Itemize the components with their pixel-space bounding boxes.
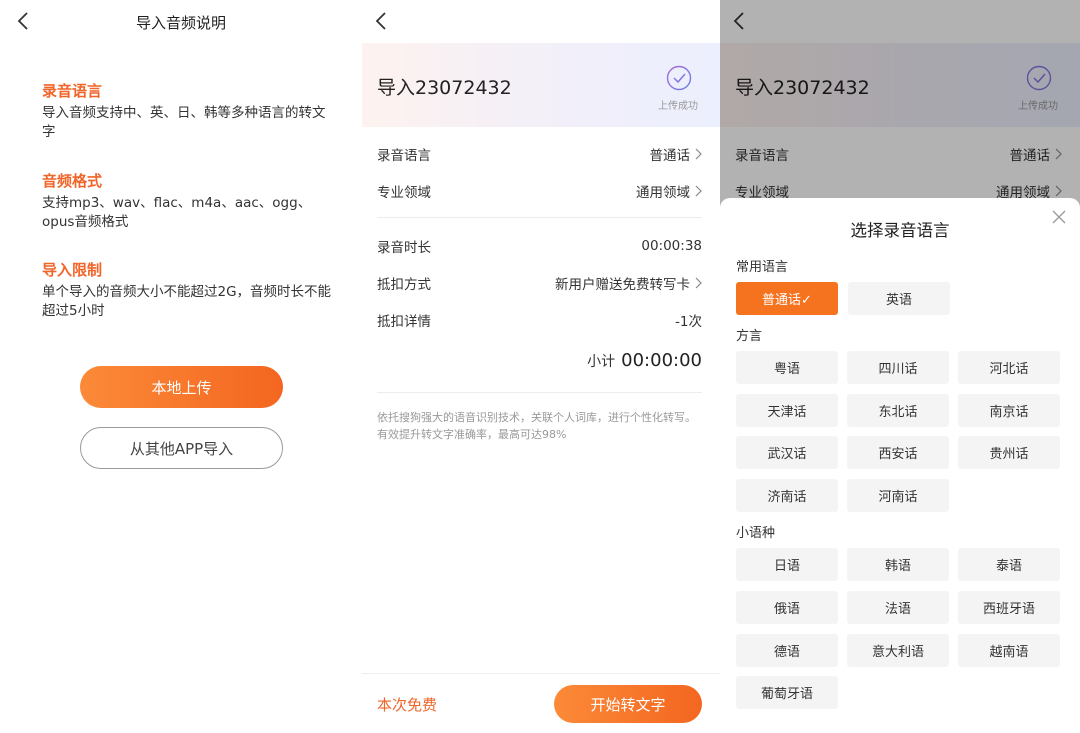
file-header: 导入23072432 上传成功 <box>362 43 720 127</box>
row-label: 专业领域 <box>377 185 431 201</box>
page-title: 导入音频说明 <box>135 14 226 32</box>
upload-local-button[interactable]: 本地上传 <box>80 366 283 408</box>
chip-dialect[interactable]: 东北话 <box>847 394 949 427</box>
subtotal-value: 00:00:00 <box>621 350 702 371</box>
row-label: 抵扣详情 <box>377 314 431 330</box>
chip-mandarin[interactable]: 普通话✓ <box>736 282 838 315</box>
chevron-right-icon <box>695 277 702 289</box>
row-value: 通用领域 <box>636 185 690 201</box>
divider <box>377 217 702 218</box>
sheet-title: 选择录音语言 <box>850 221 950 240</box>
upload-status-text: 上传成功 <box>658 101 698 112</box>
chip-dialect[interactable]: 四川话 <box>847 351 949 384</box>
section-text-limit: 单个导入的音频大小不能超过2G，音频时长不能超过5小时 <box>42 284 332 319</box>
row-language[interactable]: 录音语言 普通话 <box>377 142 702 166</box>
upload-success-icon <box>666 65 692 91</box>
chip-english[interactable]: 英语 <box>848 282 950 315</box>
file-title: 导入23072432 <box>377 77 512 99</box>
chip-minor-language[interactable]: 韩语 <box>847 548 949 581</box>
row-domain[interactable]: 专业领域 通用领域 <box>377 179 702 203</box>
chip-dialect[interactable]: 粤语 <box>736 351 838 384</box>
chip-dialect[interactable]: 济南话 <box>736 479 838 512</box>
section-title-language: 录音语言 <box>42 82 103 100</box>
import-other-app-button[interactable]: 从其他APP导入 <box>80 427 283 469</box>
section-text-language: 导入音频支持中、英、日、韩等多种语言的转文字 <box>42 105 326 140</box>
bottom-action-bar: 本次免费 开始转文字 <box>362 673 720 733</box>
chip-dialect[interactable]: 河南话 <box>847 479 949 512</box>
chevron-right-icon <box>695 148 702 160</box>
chip-dialect[interactable]: 南京话 <box>958 394 1060 427</box>
close-icon[interactable] <box>1052 210 1066 224</box>
row-label: 录音语言 <box>377 148 431 164</box>
group-title-dialect: 方言 <box>736 329 763 344</box>
back-arrow-icon[interactable] <box>372 10 392 32</box>
group-title-common: 常用语言 <box>736 260 789 275</box>
row-value: 00:00:38 <box>641 238 702 254</box>
group-title-minor: 小语种 <box>736 526 776 541</box>
subtotal: 小计 00:00:00 <box>587 350 702 371</box>
section-title-limit: 导入限制 <box>42 261 103 279</box>
free-label: 本次免费 <box>377 696 438 714</box>
import-guide-panel: 导入音频说明 录音语言 导入音频支持中、英、日、韩等多种语言的转文字 音频格式 … <box>0 0 362 733</box>
chevron-right-icon <box>695 185 702 197</box>
row-value: 普通话 <box>649 148 691 164</box>
note-line-2: 有效提升转文字准确率，最高可达98% <box>377 428 567 441</box>
chip-minor-language[interactable]: 西班牙语 <box>958 591 1060 624</box>
section-text-format: 支持mp3、wav、flac、m4a、aac、ogg、opus音频格式 <box>42 195 312 230</box>
chip-minor-language[interactable]: 葡萄牙语 <box>736 676 838 709</box>
row-label: 抵扣方式 <box>377 277 431 293</box>
chip-dialect[interactable]: 天津话 <box>736 394 838 427</box>
chip-dialect[interactable]: 河北话 <box>958 351 1060 384</box>
chip-minor-language[interactable]: 越南语 <box>958 634 1060 667</box>
subtotal-label: 小计 <box>587 354 616 370</box>
row-value: -1次 <box>675 314 702 330</box>
chip-minor-language[interactable]: 俄语 <box>736 591 838 624</box>
note-line-1: 依托搜狗强大的语音识别技术，关联个人词库，进行个性化转写。 <box>377 411 696 424</box>
chip-dialect[interactable]: 贵州话 <box>958 436 1060 469</box>
chip-minor-language[interactable]: 日语 <box>736 548 838 581</box>
language-sheet: 选择录音语言 常用语言 普通话✓ 英语 方言 粤语 四川话 河北话 天津话 东北… <box>720 198 1080 733</box>
divider <box>377 392 702 393</box>
row-duration: 录音时长 00:00:38 <box>377 234 702 258</box>
start-transcribe-button[interactable]: 开始转文字 <box>554 685 702 723</box>
chip-minor-language[interactable]: 法语 <box>847 591 949 624</box>
row-value: 新用户赠送免费转写卡 <box>555 277 690 293</box>
chip-dialect[interactable]: 武汉话 <box>736 436 838 469</box>
chip-dialect[interactable]: 西安话 <box>847 436 949 469</box>
section-title-format: 音频格式 <box>42 172 103 190</box>
language-picker-panel: 导入23072432 上传成功 录音语言 普通话 专业领域 通用领域 选择录音语… <box>720 0 1080 733</box>
chip-minor-language[interactable]: 泰语 <box>958 548 1060 581</box>
row-label: 录音时长 <box>377 240 431 256</box>
row-deduction-method[interactable]: 抵扣方式 新用户赠送免费转写卡 <box>377 271 702 295</box>
row-deduction-detail: 抵扣详情 -1次 <box>377 308 702 332</box>
import-detail-panel: 导入23072432 上传成功 录音语言 普通话 专业领域 通用领域 录音时长 … <box>362 0 720 733</box>
chip-minor-language[interactable]: 德语 <box>736 634 838 667</box>
chip-minor-language[interactable]: 意大利语 <box>847 634 949 667</box>
